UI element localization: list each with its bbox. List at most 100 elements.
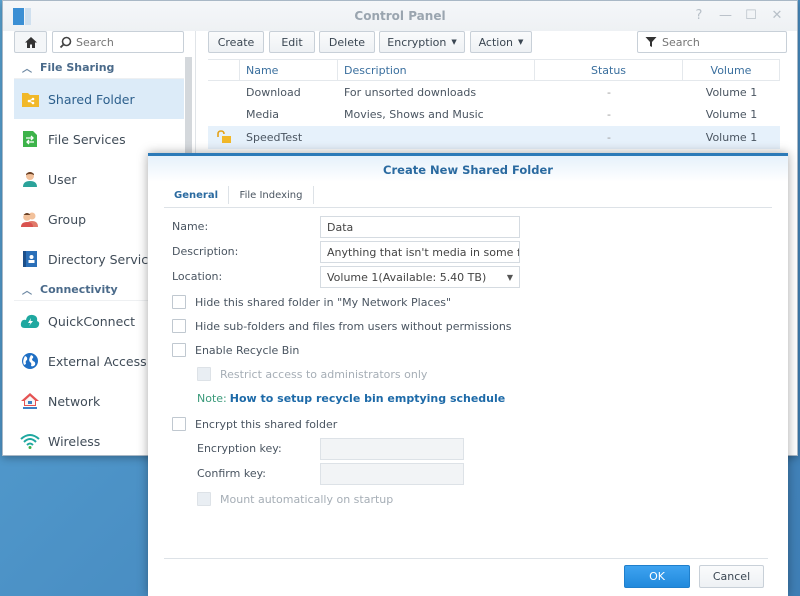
cell-status: - xyxy=(607,130,611,144)
group-icon xyxy=(20,209,40,229)
hide-subfolders-label: Hide sub-folders and files from users wi… xyxy=(195,319,512,333)
sidebar-group-file-sharing[interactable]: ︿ File Sharing xyxy=(14,57,184,79)
encryption-key-input[interactable] xyxy=(327,442,463,456)
mount-auto-row: Mount automatically on startup xyxy=(197,492,393,506)
encryption-dropdown[interactable]: Encryption ▼ xyxy=(379,31,465,53)
toolbar: Create Edit Delete Encryption ▼ Action ▼ xyxy=(208,31,787,55)
encrypt-folder-label: Encrypt this shared folder xyxy=(195,417,338,431)
create-shared-folder-dialog: Create New Shared Folder General File In… xyxy=(148,153,788,596)
tab-file-indexing[interactable]: File Indexing xyxy=(229,182,313,208)
hide-network-places-label: Hide this shared folder in "My Network P… xyxy=(195,295,452,309)
wifi-icon xyxy=(20,431,40,451)
sidebar-item-label: Network xyxy=(48,393,101,409)
enable-recycle-bin-checkbox[interactable] xyxy=(172,343,186,357)
description-field[interactable] xyxy=(320,241,520,263)
filter-search-input[interactable] xyxy=(662,35,772,49)
dialog-tabs: General File Indexing xyxy=(164,182,772,208)
sidebar-item-label: User xyxy=(48,171,77,187)
filter-search-field[interactable] xyxy=(637,31,787,53)
encryption-key-field[interactable] xyxy=(320,438,464,460)
title-bar[interactable]: Control Panel ? — ☐ ✕ xyxy=(3,1,797,31)
encrypt-folder-checkbox[interactable] xyxy=(172,417,186,431)
cancel-button[interactable]: Cancel xyxy=(699,565,764,588)
dialog-title: Create New Shared Folder xyxy=(148,156,788,182)
sidebar-item-label: Directory Service xyxy=(48,251,156,267)
cell-name: SpeedTest xyxy=(246,130,303,144)
column-header-description[interactable]: Description xyxy=(338,60,535,80)
location-value: Volume 1(Available: 5.40 TB) xyxy=(327,270,487,284)
shared-folder-table: Name Description Status Volume Download … xyxy=(208,59,780,149)
mount-auto-label: Mount automatically on startup xyxy=(220,492,394,506)
shared-folder-icon xyxy=(20,89,40,109)
location-select[interactable]: Volume 1(Available: 5.40 TB) ▼ xyxy=(320,266,520,288)
chevron-up-icon: ︿ xyxy=(22,286,32,297)
search-icon xyxy=(59,36,72,48)
hide-network-places-row: Hide this shared folder in "My Network P… xyxy=(172,295,451,309)
table-row[interactable]: Media Movies, Shows and Music - Volume 1 xyxy=(208,104,780,127)
home-button[interactable] xyxy=(14,31,47,53)
help-icon[interactable]: ? xyxy=(693,8,705,23)
hide-network-places-checkbox[interactable] xyxy=(172,295,186,309)
cell-name: Media xyxy=(246,108,280,122)
mount-auto-checkbox[interactable] xyxy=(197,492,211,506)
minimize-icon[interactable]: — xyxy=(719,8,732,23)
edit-button[interactable]: Edit xyxy=(269,31,315,53)
cell-volume: Volume 1 xyxy=(705,108,758,122)
table-row[interactable]: Download For unsorted downloads - Volume… xyxy=(208,81,780,104)
globe-icon xyxy=(20,351,40,371)
action-dropdown[interactable]: Action ▼ xyxy=(470,31,532,53)
maximize-icon[interactable]: ☐ xyxy=(745,8,757,23)
home-icon xyxy=(24,36,37,48)
sidebar-search-field[interactable] xyxy=(52,31,184,53)
tab-general[interactable]: General xyxy=(164,182,228,208)
restrict-admins-label: Restrict access to administrators only xyxy=(220,367,428,381)
confirm-key-input[interactable] xyxy=(327,467,463,481)
column-header-volume[interactable]: Volume xyxy=(683,60,780,80)
sidebar-item-label: QuickConnect xyxy=(48,313,136,329)
description-input[interactable] xyxy=(327,245,519,259)
cell-status: - xyxy=(607,108,611,122)
confirm-key-field[interactable] xyxy=(320,463,464,485)
group-label: Connectivity xyxy=(40,283,118,296)
ok-button[interactable]: OK xyxy=(624,565,690,588)
footer-divider xyxy=(164,558,768,559)
sidebar-item-shared-folder[interactable]: Shared Folder xyxy=(14,79,184,119)
cell-volume: Volume 1 xyxy=(705,85,758,99)
recycle-bin-schedule-link[interactable]: How to setup recycle bin emptying schedu… xyxy=(230,392,506,405)
name-field[interactable] xyxy=(320,216,520,238)
column-header-status[interactable]: Status xyxy=(535,60,683,80)
note-label: Note: xyxy=(197,392,227,405)
hide-subfolders-checkbox[interactable] xyxy=(172,319,186,333)
file-services-icon xyxy=(20,129,40,149)
restrict-admins-row: Restrict access to administrators only xyxy=(197,367,427,381)
sidebar-search-input[interactable] xyxy=(76,35,176,49)
table-header: Name Description Status Volume xyxy=(208,59,780,81)
header-icon-column xyxy=(208,60,240,80)
user-icon xyxy=(20,169,40,189)
location-label: Location: xyxy=(172,270,223,283)
action-label: Action xyxy=(478,35,514,49)
name-input[interactable] xyxy=(327,220,519,234)
sidebar-item-label: Group xyxy=(48,211,87,227)
column-header-name[interactable]: Name xyxy=(240,60,338,80)
confirm-key-label: Confirm key: xyxy=(197,467,267,480)
close-icon[interactable]: ✕ xyxy=(771,8,783,23)
sidebar-item-label: External Access xyxy=(48,353,147,369)
chevron-up-icon: ︿ xyxy=(22,64,32,75)
cell-name: Download xyxy=(246,85,301,99)
create-button[interactable]: Create xyxy=(208,31,264,53)
filter-icon xyxy=(645,37,657,47)
cell-description: Movies, Shows and Music xyxy=(344,108,484,122)
cell-description: For unsorted downloads xyxy=(344,85,477,99)
delete-button[interactable]: Delete xyxy=(319,31,375,53)
table-row-selected[interactable]: SpeedTest - Volume 1 xyxy=(208,126,780,149)
caret-down-icon: ▼ xyxy=(506,273,513,282)
quickconnect-icon xyxy=(20,311,40,331)
caret-down-icon: ▼ xyxy=(518,38,524,46)
group-label: File Sharing xyxy=(40,61,115,74)
hide-subfolders-row: Hide sub-folders and files from users wi… xyxy=(172,319,512,333)
encryption-label: Encryption xyxy=(387,35,447,49)
directory-service-icon xyxy=(20,249,40,269)
restrict-admins-checkbox[interactable] xyxy=(197,367,211,381)
sidebar-item-label: Shared Folder xyxy=(48,91,135,107)
